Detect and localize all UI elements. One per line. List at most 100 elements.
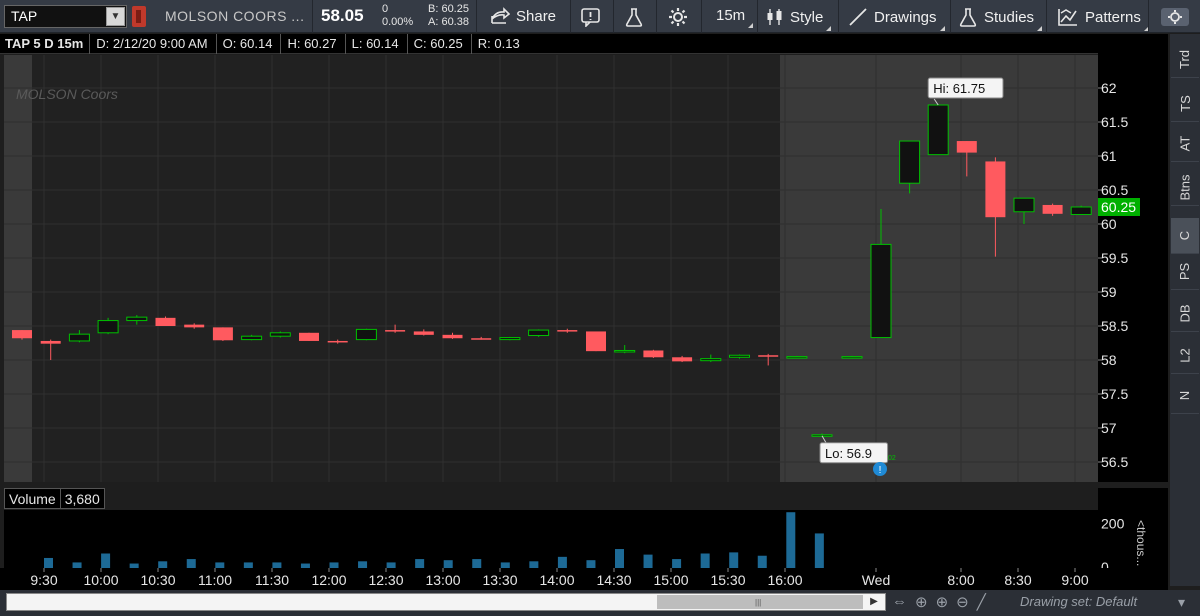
price-tick-label: 60.5 (1101, 182, 1128, 198)
price-axis[interactable]: 62 61.5 61 60.5 60 59.5 59 58.5 58 57.5 57 56.5 60.2… (1098, 34, 1168, 482)
flask-button[interactable] (624, 7, 644, 27)
volume-bar (443, 560, 453, 568)
draw-line-icon[interactable]: ╱ (977, 593, 986, 611)
patterns-icon (1058, 9, 1077, 26)
candle-body-down (643, 350, 664, 358)
options-icon (1161, 8, 1189, 26)
bid-price: B: 60.25 (428, 3, 469, 15)
bar-low: L: 60.14 (351, 36, 399, 51)
hi-annotation: Hi: 61.75 (927, 77, 1004, 99)
time-tick-label: 15:00 (653, 572, 688, 588)
drawing-set-menu-icon[interactable]: ▾ (1178, 594, 1185, 611)
toolbar-divider (838, 0, 839, 33)
percent-change: 0.00% (382, 16, 414, 28)
sidebar-tab-trd[interactable]: Trd (1171, 42, 1199, 78)
timeframe-label: 15m (716, 7, 746, 24)
crosshair-icon[interactable]: ⊕ (915, 593, 928, 611)
candle-body-down (442, 334, 463, 339)
sidebar-tab-l2[interactable]: L2 (1171, 338, 1199, 374)
time-tick-label: 12:00 (311, 572, 346, 588)
options-button[interactable] (1160, 7, 1190, 27)
time-tick-label: 16:00 (767, 572, 802, 588)
zoom-out-icon[interactable]: ⊖ (956, 593, 969, 611)
volume-bar (529, 561, 539, 568)
price-chart[interactable]: MOLSON Coors Hi: 61.75 Lo: 56.9! 02 (4, 55, 1098, 482)
alert-button[interactable] (580, 7, 602, 27)
volume-axis-svg: 2000 (1101, 515, 1125, 575)
time-tick-label: 10:30 (140, 572, 175, 588)
last-price-tag: 60.25 (1098, 198, 1140, 216)
candle-body-up (68, 333, 90, 342)
toolbar-divider (757, 0, 758, 33)
candle (528, 329, 550, 337)
settings-button[interactable] (668, 7, 688, 27)
pan-icon[interactable]: ⇔ (892, 593, 907, 611)
share-label: Share (516, 7, 557, 25)
sidebar-tab-db[interactable]: DB (1171, 296, 1199, 332)
share-button[interactable]: Share (490, 7, 556, 25)
scroll-right-icon[interactable]: ▶ (865, 595, 883, 609)
sidebar-tab-label: L2 (1177, 348, 1193, 363)
zoom-controls: ⇔ ⊕ ⊕ ⊖ ╱ (892, 593, 986, 611)
volume-bar (158, 561, 168, 568)
volume-bar (643, 554, 653, 568)
sidebar-tab-btns[interactable]: Btns (1171, 170, 1199, 206)
drawings-button[interactable]: Drawings (848, 7, 945, 31)
chart-toolbar: TAP ▼ MOLSON COORS ... 58.05 0 0.00% B: … (0, 0, 1200, 33)
regular-session-bg (32, 55, 780, 482)
horizontal-scrollbar[interactable]: ||| ▶ (6, 593, 886, 611)
bar-close: C: 60.25 (413, 36, 463, 51)
sidebar-tab-c[interactable]: C (1171, 218, 1199, 254)
zoom-in-icon[interactable]: ⊕ (936, 593, 949, 611)
time-axis[interactable]: 9:30 10:00 10:30 11:00 11:30 12:00 12:30 13:00 1… (0, 568, 1168, 590)
patterns-button[interactable]: Patterns (1057, 7, 1149, 31)
candle-body-down (155, 317, 176, 326)
chart-info-header: TAP 5 D 15m D: 2/12/20 9:00 AM O: 60.14 … (0, 33, 1098, 54)
price-tick-label: 58 (1101, 352, 1117, 368)
sidebar-tab-at[interactable]: AT (1171, 126, 1199, 162)
candle-body-up (241, 335, 263, 341)
candle-body-up (499, 337, 521, 341)
volume-bar (814, 533, 824, 568)
symbol-dropdown-icon[interactable]: ▼ (106, 7, 125, 26)
volume-bar (672, 559, 682, 568)
price-tick-label: 59 (1101, 284, 1117, 300)
studies-button[interactable]: Studies (958, 7, 1043, 31)
volume-chart[interactable] (4, 510, 1098, 568)
sidebar-tab-ps[interactable]: PS (1171, 254, 1199, 290)
volume-axis[interactable]: 200 0 (1098, 488, 1168, 575)
toolbar-divider (1148, 0, 1149, 33)
sidebar-tab-n[interactable]: N (1171, 378, 1199, 414)
volume-header: Volume 3,680 (4, 488, 105, 509)
candle-body-up (528, 329, 550, 337)
candle-body-up (700, 358, 722, 362)
sidebar-tab-label: Btns (1177, 174, 1193, 201)
time-tick-label: Wed (862, 572, 891, 588)
volume-bar (101, 553, 111, 568)
candle-body-up (126, 316, 148, 322)
candle-body-up (729, 354, 750, 358)
volume-bar (472, 559, 482, 568)
time-tick-label: 14:30 (596, 572, 631, 588)
flask-icon (959, 8, 977, 27)
right-sidebar: Trd TS AT Btns C PS DB L2 N (1170, 34, 1200, 586)
candle-body-down (413, 331, 434, 335)
style-button[interactable]: Style (766, 7, 832, 31)
timeframe-button[interactable]: 15m (716, 7, 754, 28)
candle-body-down (12, 330, 32, 339)
candle (97, 317, 119, 335)
price-chart-svg: MOLSON Coors Hi: 61.75 Lo: 56.9! 02 (4, 55, 1098, 482)
sidebar-tab-label: AT (1177, 135, 1193, 152)
sidebar-tab-label: TS (1177, 95, 1193, 112)
sidebar-tab-label: N (1177, 390, 1193, 401)
ask-price: A: 60.38 (428, 16, 469, 28)
drawing-set-select[interactable]: Drawing set: Default (1020, 594, 1170, 612)
link-flag-icon[interactable] (132, 6, 146, 27)
candle-body-down (758, 355, 779, 357)
symbol-input[interactable]: TAP ▼ (4, 5, 127, 28)
sidebar-tab-ts[interactable]: TS (1171, 86, 1199, 122)
time-tick-label: 13:30 (482, 572, 517, 588)
candle-body-up (927, 104, 949, 156)
candle-body-up (355, 328, 377, 341)
price-tick-label: 57 (1101, 420, 1117, 436)
